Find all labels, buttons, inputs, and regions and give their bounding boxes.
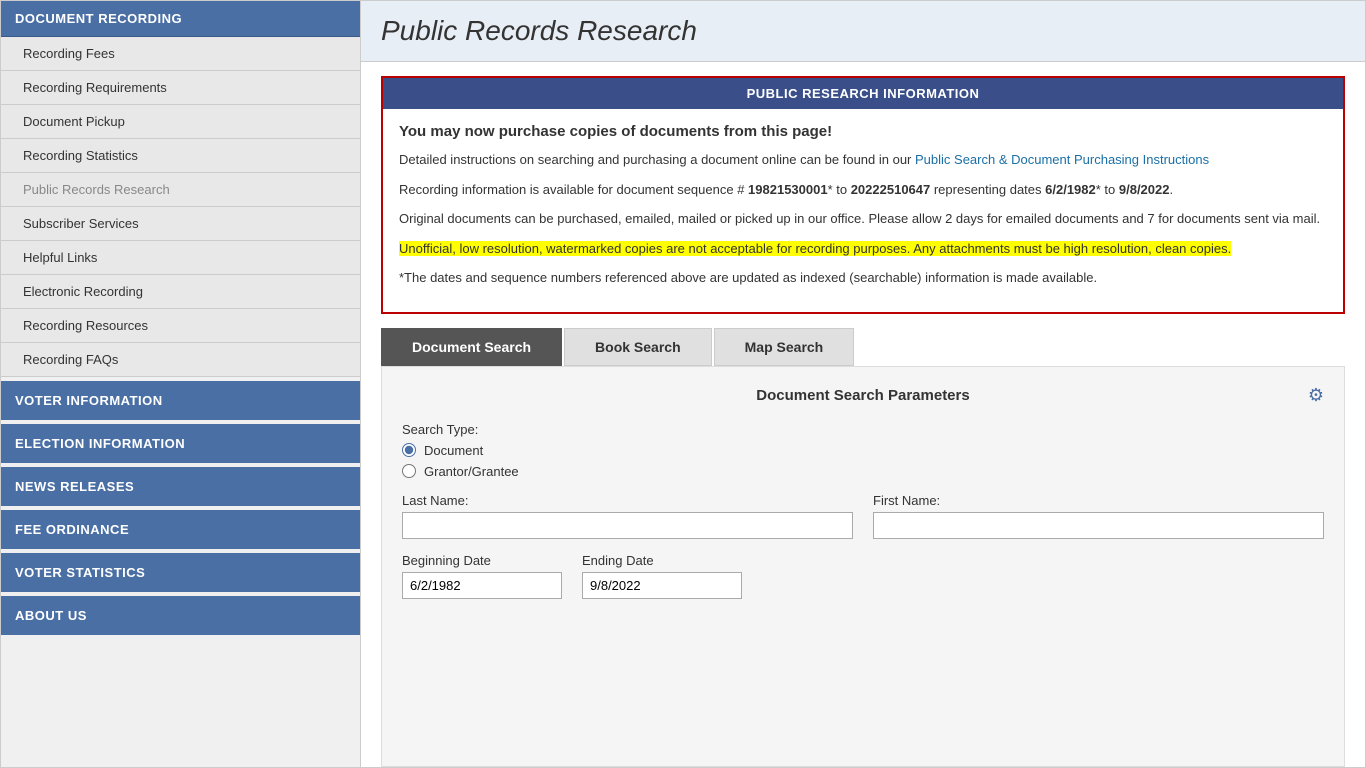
sidebar-item-helpful-links[interactable]: Helpful Links — [1, 241, 360, 275]
last-name-label: Last Name: — [402, 493, 853, 508]
ending-date-input[interactable] — [582, 572, 742, 599]
radio-grantor-label: Grantor/Grantee — [424, 464, 519, 479]
radio-grantor-grantee[interactable]: Grantor/Grantee — [402, 464, 1324, 479]
search-panel-title: Document Search Parameters — [756, 387, 969, 404]
info-box-line2: Recording information is available for d… — [399, 180, 1327, 200]
info-box-line3: Original documents can be purchased, ema… — [399, 209, 1327, 229]
sidebar-nav-list: Recording Fees Recording Requirements Do… — [1, 37, 360, 377]
first-name-col: First Name: — [873, 493, 1324, 539]
first-name-input[interactable] — [873, 512, 1324, 539]
sidebar-item-recording-faqs[interactable]: Recording FAQs — [1, 343, 360, 377]
sidebar-voter-information-header[interactable]: VOTER INFORMATION — [1, 381, 360, 420]
info-box-line1: Detailed instructions on searching and p… — [399, 150, 1327, 170]
info-box: PUBLIC RESEARCH INFORMATION You may now … — [381, 76, 1345, 314]
ending-date-label: Ending Date — [582, 553, 742, 568]
tab-map-search[interactable]: Map Search — [714, 328, 855, 366]
page-title-bar: Public Records Research — [361, 1, 1365, 62]
main-content: Public Records Research PUBLIC RESEARCH … — [361, 1, 1365, 767]
info-box-body: You may now purchase copies of documents… — [383, 109, 1343, 312]
sidebar-election-information-header[interactable]: ELECTION INFORMATION — [1, 424, 360, 463]
sidebar-item-recording-statistics[interactable]: Recording Statistics — [1, 139, 360, 173]
beginning-date-label: Beginning Date — [402, 553, 562, 568]
page-title: Public Records Research — [381, 15, 1345, 47]
sidebar-item-electronic-recording[interactable]: Electronic Recording — [1, 275, 360, 309]
info-box-line5: *The dates and sequence numbers referenc… — [399, 268, 1327, 288]
sidebar-item-recording-fees[interactable]: Recording Fees — [1, 37, 360, 71]
search-type-label: Search Type: — [402, 422, 1324, 437]
search-panel-title-bar: Document Search Parameters ⚙ — [402, 387, 1324, 404]
info-box-line4: Unofficial, low resolution, watermarked … — [399, 239, 1327, 259]
radio-grantor-input[interactable] — [402, 464, 416, 478]
info-box-header: PUBLIC RESEARCH INFORMATION — [383, 78, 1343, 109]
search-panel: Document Search Parameters ⚙ Search Type… — [381, 366, 1345, 768]
sidebar-doc-recording-header[interactable]: DOCUMENT RECORDING — [1, 1, 360, 37]
sidebar-fee-ordinance-header[interactable]: FEE ORDINANCE — [1, 510, 360, 549]
sidebar-news-releases-header[interactable]: NEWS RELEASES — [1, 467, 360, 506]
tab-book-search[interactable]: Book Search — [564, 328, 712, 366]
last-name-col: Last Name: — [402, 493, 853, 539]
radio-document-label: Document — [424, 443, 483, 458]
tabs-bar: Document Search Book Search Map Search — [381, 328, 1345, 366]
sidebar-voter-statistics-header[interactable]: VOTER STATISTICS — [1, 553, 360, 592]
radio-document-input[interactable] — [402, 443, 416, 457]
radio-document[interactable]: Document — [402, 443, 1324, 458]
name-row: Last Name: First Name: — [402, 493, 1324, 539]
beginning-date-input[interactable] — [402, 572, 562, 599]
sidebar: DOCUMENT RECORDING Recording Fees Record… — [1, 1, 361, 767]
info-box-headline: You may now purchase copies of documents… — [399, 123, 1327, 140]
seq-end: 20222510647 — [851, 182, 931, 197]
search-type-group: Search Type: Document Grantor/Grantee — [402, 422, 1324, 479]
ending-date-col: Ending Date — [582, 553, 742, 599]
gear-icon[interactable]: ⚙ — [1308, 385, 1324, 406]
sidebar-item-recording-requirements[interactable]: Recording Requirements — [1, 71, 360, 105]
date-row: Beginning Date Ending Date — [402, 553, 1324, 599]
first-name-label: First Name: — [873, 493, 1324, 508]
sidebar-item-public-records-research[interactable]: Public Records Research — [1, 173, 360, 207]
date-start: 6/2/1982 — [1045, 182, 1096, 197]
seq-start: 19821530001 — [748, 182, 828, 197]
info-box-line1-prefix: Detailed instructions on searching and p… — [399, 152, 915, 167]
info-box-link[interactable]: Public Search & Document Purchasing Inst… — [915, 152, 1209, 167]
sidebar-item-document-pickup[interactable]: Document Pickup — [1, 105, 360, 139]
tab-document-search[interactable]: Document Search — [381, 328, 562, 366]
last-name-input[interactable] — [402, 512, 853, 539]
beginning-date-col: Beginning Date — [402, 553, 562, 599]
sidebar-item-recording-resources[interactable]: Recording Resources — [1, 309, 360, 343]
sidebar-item-subscriber-services[interactable]: Subscriber Services — [1, 207, 360, 241]
info-box-highlight: Unofficial, low resolution, watermarked … — [399, 241, 1231, 256]
sidebar-about-us-header[interactable]: ABOUT US — [1, 596, 360, 635]
radio-group: Document Grantor/Grantee — [402, 443, 1324, 479]
date-end: 9/8/2022 — [1119, 182, 1170, 197]
